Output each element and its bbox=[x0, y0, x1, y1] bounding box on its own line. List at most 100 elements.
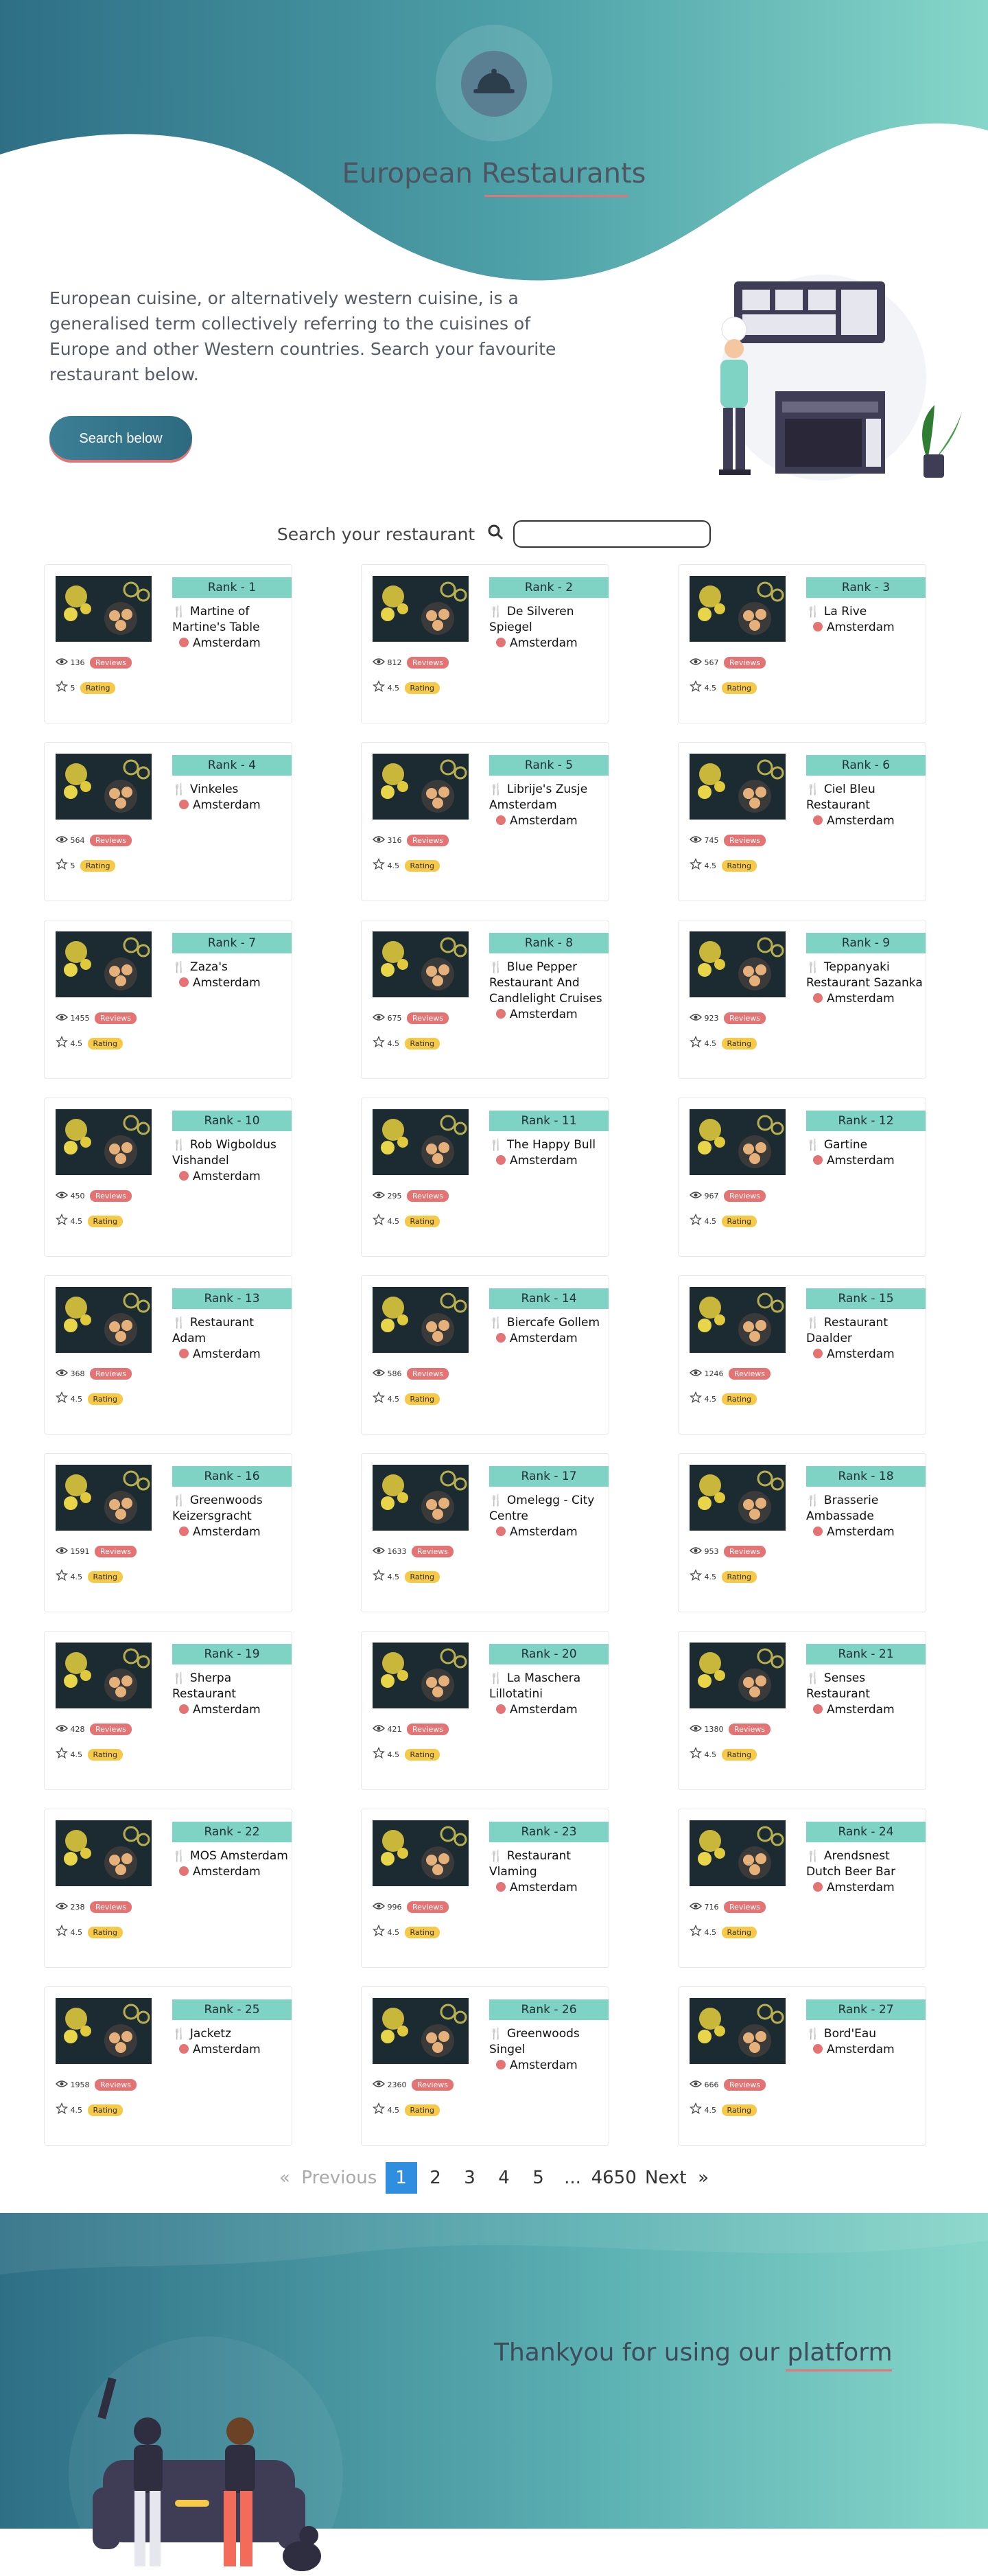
review-count: 716 bbox=[704, 1903, 719, 1912]
restaurant-name: Rob Wigboldus Vishandel bbox=[172, 1138, 277, 1168]
review-count: 1591 bbox=[70, 1547, 90, 1556]
reviews-badge: Reviews bbox=[724, 2079, 766, 2091]
page-link[interactable]: 3 bbox=[454, 2162, 486, 2194]
search-below-button[interactable]: Search below bbox=[49, 416, 192, 460]
restaurant-card[interactable]: Rank - 15 🍴 Restaurant Daalder Amsterdam … bbox=[678, 1275, 926, 1435]
restaurant-card[interactable]: Rank - 21 🍴 Senses Restaurant Amsterdam 1… bbox=[678, 1631, 926, 1790]
fork-knife-icon: 🍴 bbox=[806, 1671, 820, 1684]
page-link[interactable]: 4650 bbox=[591, 2162, 637, 2194]
rating-row: 4.5 Rating bbox=[55, 1213, 123, 1227]
star-icon bbox=[372, 680, 388, 693]
restaurant-card[interactable]: Rank - 10 🍴 Rob Wigboldus Vishandel Amste… bbox=[44, 1098, 292, 1257]
restaurant-card[interactable]: Rank - 1 🍴 Martine of Martine's Table Ams… bbox=[44, 564, 292, 723]
review-count: 450 bbox=[70, 1192, 85, 1200]
rank-badge: Rank - 2 bbox=[489, 577, 609, 598]
restaurant-card[interactable]: Rank - 14 🍴 Biercafe Gollem Amsterdam 586… bbox=[361, 1275, 609, 1435]
rank-badge: Rank - 21 bbox=[806, 1644, 926, 1664]
restaurant-city: Amsterdam bbox=[510, 1332, 578, 1345]
search-icon bbox=[487, 524, 504, 544]
rating-value: 4.5 bbox=[70, 1928, 83, 1937]
rating-row: 4.5 Rating bbox=[55, 1391, 123, 1405]
restaurant-card[interactable]: Rank - 27 🍴 Bord'Eau Amsterdam 666 Review… bbox=[678, 1986, 926, 2146]
reviews-row: 567 Reviews bbox=[689, 657, 766, 669]
star-icon bbox=[55, 1391, 71, 1404]
restaurant-card[interactable]: Rank - 26 🍴 Greenwoods Singel Amsterdam 2… bbox=[361, 1986, 609, 2146]
review-count: 136 bbox=[70, 658, 85, 667]
restaurant-card[interactable]: Rank - 7 🍴 Zaza's Amsterdam 1455 Reviews … bbox=[44, 920, 292, 1079]
next-page-link[interactable]: Next » bbox=[645, 2162, 709, 2194]
rating-value: 4.5 bbox=[70, 1750, 83, 1759]
food-image bbox=[373, 1643, 469, 1708]
restaurant-card[interactable]: Rank - 13 🍴 Restaurant Adam Amsterdam 368… bbox=[44, 1275, 292, 1435]
eye-icon bbox=[372, 1547, 388, 1556]
page-link[interactable]: 4 bbox=[489, 2162, 520, 2194]
restaurant-card[interactable]: Rank - 18 🍴 Brasserie Ambassade Amsterdam… bbox=[678, 1453, 926, 1612]
rank-badge: Rank - 15 bbox=[806, 1288, 926, 1309]
reviews-row: 666 Reviews bbox=[689, 2079, 766, 2091]
rating-row: 4.5 Rating bbox=[372, 1035, 440, 1049]
reviews-badge: Reviews bbox=[412, 1546, 454, 1557]
restaurant-card[interactable]: Rank - 19 🍴 Sherpa Restaurant Amsterdam 4… bbox=[44, 1631, 292, 1790]
restaurant-card[interactable]: Rank - 20 🍴 La Maschera Lillotatini Amste… bbox=[361, 1631, 609, 1790]
restaurant-city: Amsterdam bbox=[510, 1008, 578, 1021]
rating-badge: Rating bbox=[404, 860, 440, 872]
food-image bbox=[690, 1465, 786, 1531]
rating-value: 4.5 bbox=[704, 1573, 717, 1581]
reviews-row: 2360 Reviews bbox=[372, 2079, 454, 2091]
rating-row: 4.5 Rating bbox=[689, 680, 757, 694]
star-icon bbox=[55, 1213, 71, 1226]
restaurant-info: 🍴 Biercafe Gollem Amsterdam bbox=[489, 1314, 606, 1347]
restaurant-card[interactable]: Rank - 2 🍴 De Silveren Spiegel Amsterdam … bbox=[361, 564, 609, 723]
restaurant-card[interactable]: Rank - 9 🍴 Teppanyaki Restaurant Sazanka … bbox=[678, 920, 926, 1079]
rating-badge: Rating bbox=[721, 860, 757, 872]
chef-kitchen-illustration bbox=[693, 275, 967, 487]
restaurant-card[interactable]: Rank - 12 🍴 Gartine Amsterdam 967 Reviews… bbox=[678, 1098, 926, 1257]
rating-badge: Rating bbox=[87, 1571, 123, 1583]
restaurant-info: 🍴 MOS Amsterdam Amsterdam bbox=[172, 1848, 289, 1880]
rating-row: 4.5 Rating bbox=[372, 1568, 440, 1583]
search-label: Search your restaurant bbox=[277, 524, 475, 544]
rating-row: 5 Rating bbox=[55, 680, 116, 694]
restaurant-card[interactable]: Rank - 6 🍴 Ciel Bleu Restaurant Amsterdam… bbox=[678, 742, 926, 901]
rating-value: 4.5 bbox=[387, 1750, 400, 1759]
rating-value: 4.5 bbox=[704, 1217, 717, 1226]
food-image bbox=[373, 1820, 469, 1886]
restaurant-card[interactable]: Rank - 17 🍴 Omelegg - City Centre Amsterd… bbox=[361, 1453, 609, 1612]
location-pin-icon bbox=[179, 977, 189, 987]
page-link[interactable]: 2 bbox=[420, 2162, 451, 2194]
review-count: 745 bbox=[704, 836, 719, 845]
rating-badge: Rating bbox=[721, 1927, 757, 1938]
restaurant-card[interactable]: Rank - 16 🍴 Greenwoods Keizersgracht Amst… bbox=[44, 1453, 292, 1612]
star-icon bbox=[55, 2102, 71, 2115]
restaurant-city: Amsterdam bbox=[827, 1154, 895, 1168]
restaurant-name: Blue Pepper Restaurant And Candlelight C… bbox=[489, 960, 602, 1006]
rank-badge: Rank - 13 bbox=[172, 1288, 292, 1309]
reviews-badge: Reviews bbox=[407, 1012, 449, 1024]
fork-knife-icon: 🍴 bbox=[806, 2027, 820, 2040]
cloche-icon bbox=[461, 51, 527, 117]
prev-page-link[interactable]: « Previous bbox=[279, 2162, 377, 2194]
restaurant-card[interactable]: Rank - 24 🍴 Arendsnest Dutch Beer Bar Ams… bbox=[678, 1809, 926, 1968]
restaurant-card[interactable]: Rank - 11 🍴 The Happy Bull Amsterdam 295 … bbox=[361, 1098, 609, 1257]
restaurant-card[interactable]: Rank - 8 🍴 Blue Pepper Restaurant And Can… bbox=[361, 920, 609, 1079]
restaurant-card[interactable]: Rank - 25 🍴 Jacketz Amsterdam 1958 Review… bbox=[44, 1986, 292, 2146]
restaurant-card[interactable]: Rank - 3 🍴 La Rive Amsterdam 567 Reviews … bbox=[678, 564, 926, 723]
search-input[interactable] bbox=[513, 520, 711, 548]
restaurant-card[interactable]: Rank - 22 🍴 MOS Amsterdam Amsterdam 238 R… bbox=[44, 1809, 292, 1968]
location-pin-icon bbox=[179, 1349, 189, 1358]
restaurant-card[interactable]: Rank - 5 🍴 Librije's Zusje Amsterdam Amst… bbox=[361, 742, 609, 901]
restaurant-card[interactable]: Rank - 23 🍴 Restaurant Vlaming Amsterdam … bbox=[361, 1809, 609, 1968]
star-icon bbox=[689, 1391, 705, 1404]
rating-value: 4.5 bbox=[704, 1928, 717, 1937]
star-icon bbox=[372, 857, 388, 870]
restaurant-city: Amsterdam bbox=[193, 1347, 261, 1361]
review-count: 967 bbox=[704, 1192, 719, 1200]
eye-icon bbox=[689, 658, 705, 667]
page-link[interactable]: 1 bbox=[385, 2162, 417, 2194]
rating-value: 4.5 bbox=[387, 861, 400, 870]
eye-icon bbox=[372, 1369, 388, 1378]
restaurant-card[interactable]: Rank - 4 🍴 Vinkeles Amsterdam 564 Reviews… bbox=[44, 742, 292, 901]
page-link[interactable]: 5 bbox=[523, 2162, 554, 2194]
food-image bbox=[56, 1287, 152, 1353]
star-icon bbox=[55, 1924, 71, 1937]
